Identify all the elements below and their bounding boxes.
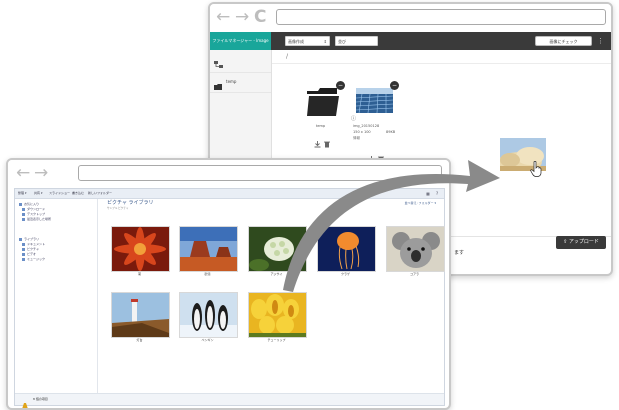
- drag-direction-arrow-icon: [283, 160, 500, 292]
